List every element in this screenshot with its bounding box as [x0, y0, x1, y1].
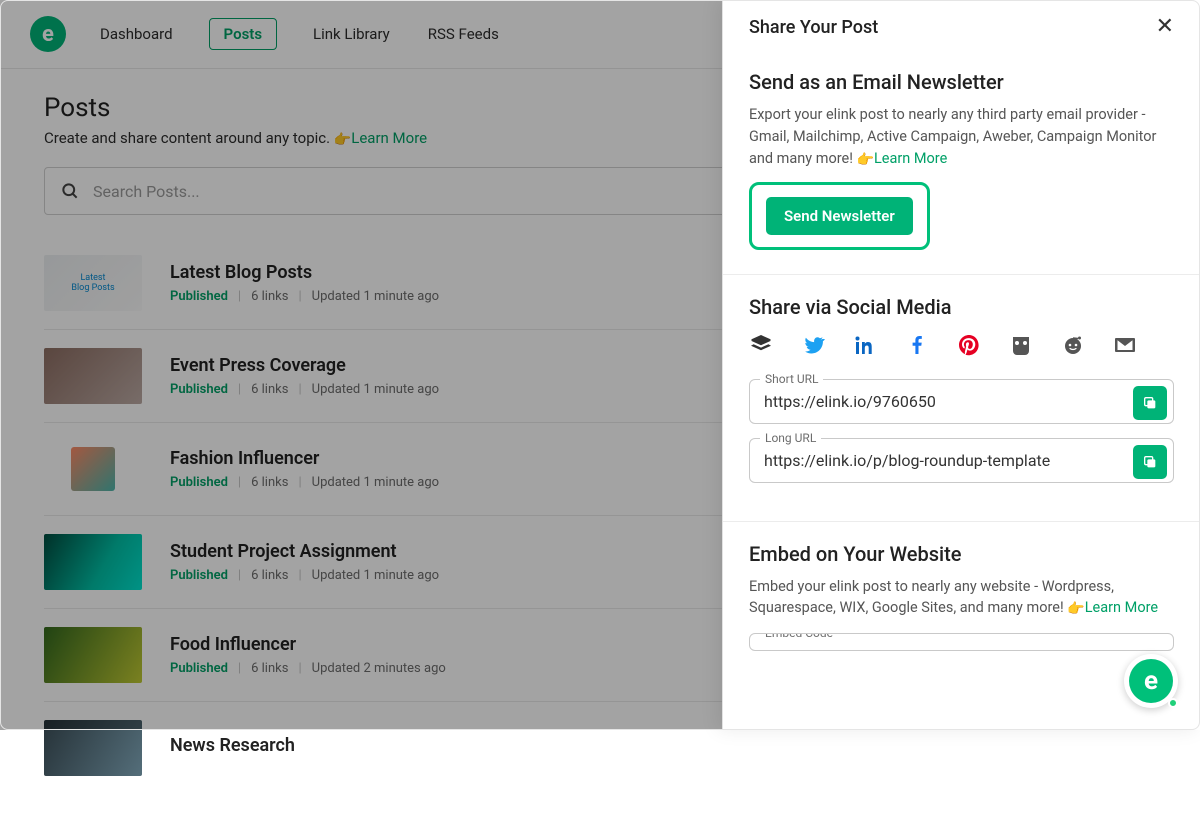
section-social: Share via Social Media: [723, 274, 1200, 521]
send-newsletter-button[interactable]: Send Newsletter: [766, 197, 913, 235]
buffer-icon[interactable]: [749, 333, 773, 357]
close-icon[interactable]: ✕: [1156, 16, 1174, 38]
copy-long-url-button[interactable]: [1133, 445, 1167, 479]
linkedin-icon[interactable]: [853, 333, 877, 357]
panel-title: Share Your Post: [749, 17, 878, 38]
pointer-icon: 👉: [857, 150, 874, 171]
long-url-value[interactable]: https://elink.io/p/blog-roundup-template: [764, 451, 1119, 470]
section-title: Send as an Email Newsletter: [749, 70, 1174, 94]
short-url-field: Short URL https://elink.io/9760650: [749, 379, 1174, 424]
section-email: Send as an Email Newsletter Export your …: [723, 52, 1200, 274]
email-icon[interactable]: [1113, 333, 1137, 357]
long-url-field: Long URL https://elink.io/p/blog-roundup…: [749, 438, 1174, 483]
hootsuite-icon[interactable]: [1009, 333, 1033, 357]
copy-short-url-button[interactable]: [1133, 386, 1167, 420]
section-title: Embed on Your Website: [749, 542, 1174, 566]
short-url-label: Short URL: [760, 372, 823, 386]
status-dot: [1168, 698, 1178, 708]
facebook-icon[interactable]: [905, 333, 929, 357]
social-icons: [749, 333, 1174, 357]
short-url-value[interactable]: https://elink.io/9760650: [764, 392, 1119, 411]
post-title: News Research: [170, 735, 295, 756]
embed-code-field: Embed Code: [749, 633, 1174, 651]
learn-more-link[interactable]: Learn More: [874, 150, 947, 167]
long-url-label: Long URL: [760, 431, 821, 445]
section-description: Export your elink post to nearly any thi…: [749, 104, 1174, 170]
twitter-icon[interactable]: [801, 333, 825, 357]
pinterest-icon[interactable]: [957, 333, 981, 357]
pointer-icon: 👉: [1067, 599, 1084, 620]
embed-code-label: Embed Code: [760, 633, 838, 640]
send-newsletter-highlight: Send Newsletter: [749, 182, 930, 250]
reddit-icon[interactable]: [1061, 333, 1085, 357]
learn-more-link[interactable]: Learn More: [1085, 599, 1158, 616]
share-panel: Share Your Post ✕ Send as an Email Newsl…: [722, 0, 1200, 730]
section-title: Share via Social Media: [749, 295, 1174, 319]
brand-icon: e: [1129, 659, 1173, 703]
section-embed: Embed on Your Website Embed your elink p…: [723, 521, 1200, 676]
section-description: Embed your elink post to nearly any webs…: [749, 576, 1174, 620]
